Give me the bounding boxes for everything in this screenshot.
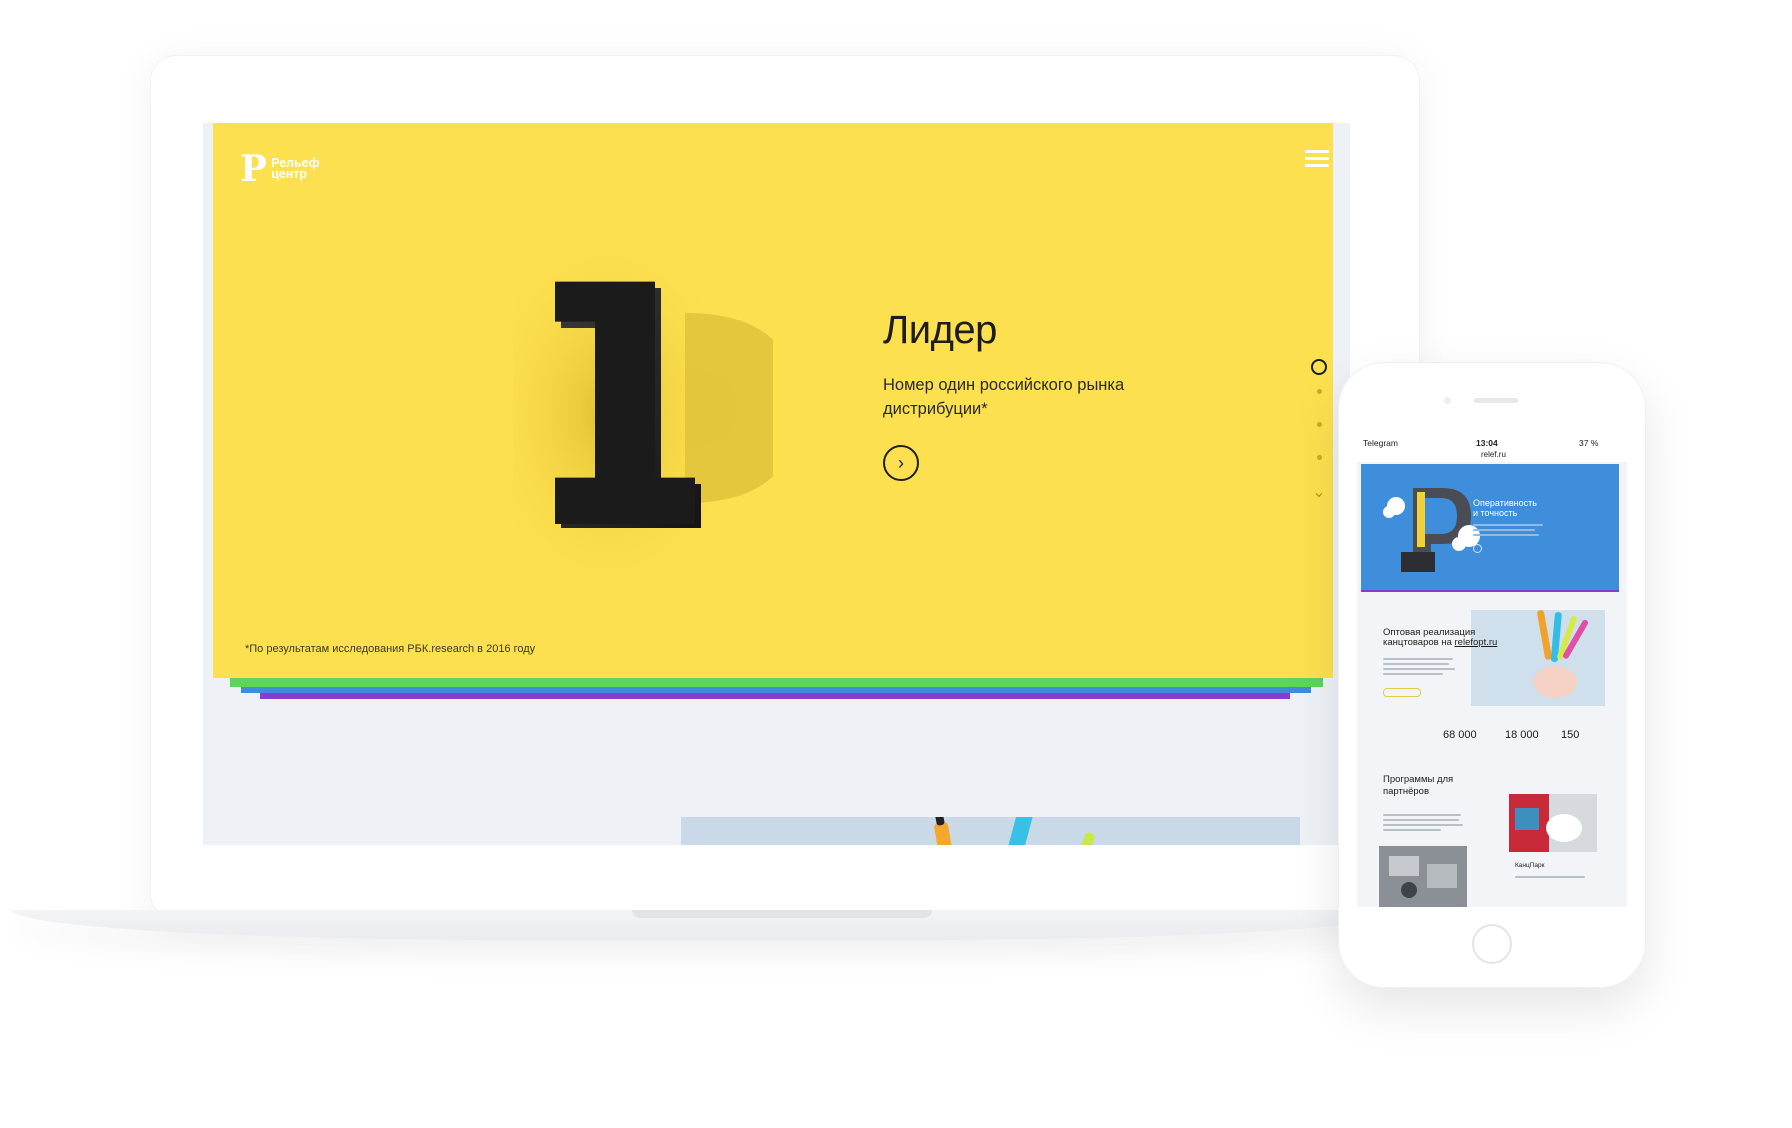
laptop-screen: P Рельеф центр Лидер Номер один российск… <box>203 123 1350 845</box>
phone-hero-text <box>1473 524 1543 526</box>
logo-line2: центр <box>271 167 308 181</box>
phone-home-button[interactable] <box>1472 924 1512 964</box>
partners-title-line2: партнёров <box>1383 786 1429 797</box>
status-time: 13:04 <box>1476 438 1498 448</box>
partners-title-line1: Программы для <box>1383 774 1454 785</box>
slide-pager: ⌄ <box>1309 359 1329 501</box>
phone-speaker <box>1474 398 1518 403</box>
phone-hero-arrow-icon[interactable] <box>1473 544 1482 553</box>
pager-dot[interactable] <box>1316 455 1322 460</box>
phone-status-bar: Telegram 13:04 37 % relef.ru <box>1357 432 1627 462</box>
phone-hero-title-line2: и точность <box>1473 508 1518 518</box>
status-url: relef.ru <box>1481 450 1506 459</box>
wholesale-text <box>1383 663 1449 665</box>
laptop-notch <box>632 910 932 918</box>
phone-hero-text <box>1473 534 1539 536</box>
wholesale-title-line2: канцтоваров на <box>1383 637 1452 648</box>
logo-mark: P <box>240 148 268 190</box>
partners-title: Программы для партнёров <box>1383 774 1453 798</box>
status-battery: 37 % <box>1579 438 1599 448</box>
office-photo-illustration <box>1379 846 1467 907</box>
stat-1: 68 000 <box>1443 729 1477 741</box>
phone-hero-text <box>1473 529 1535 531</box>
hero-slide: P Рельеф центр Лидер Номер один российск… <box>213 123 1333 678</box>
wholesale-text <box>1383 658 1453 660</box>
stripe-green <box>230 678 1323 687</box>
partners-caption-text <box>1515 876 1585 878</box>
phone-hero-title: Оперативность и точность <box>1473 498 1537 518</box>
arrow-right-circle-icon[interactable]: › <box>883 445 919 481</box>
partners-photo <box>1509 794 1597 852</box>
stat-2: 18 000 <box>1505 729 1539 741</box>
partners-caption: КанцПарк <box>1515 862 1545 869</box>
partners-text <box>1383 824 1463 826</box>
site-logo[interactable]: P Рельеф центр <box>240 151 320 187</box>
pager-dot[interactable] <box>1316 422 1322 427</box>
pens-hand-illustration <box>1533 610 1588 698</box>
next-section-preview <box>681 817 1300 845</box>
hero-subtitle: Номер один российского рынка дистрибуции… <box>883 376 1125 418</box>
partners-text <box>1383 814 1461 816</box>
logo-text: Рельеф центр <box>271 157 320 181</box>
phone-hero-illustration <box>1383 488 1480 572</box>
partners-text <box>1383 829 1441 831</box>
wholesale-link[interactable]: relefopt.ru <box>1455 637 1498 648</box>
phone-stripe <box>1361 590 1619 592</box>
office-photo <box>1379 846 1467 907</box>
wholesale-button[interactable] <box>1383 688 1421 697</box>
wholesale-text <box>1383 668 1455 670</box>
phone-screen: Telegram 13:04 37 % relef.ru Оперативнос… <box>1357 432 1627 907</box>
hero-footnote: *По результатам исследования РБК.researc… <box>245 643 536 655</box>
pager-dot-active[interactable] <box>1311 359 1327 375</box>
phone-hero-title-line1: Оперативность <box>1473 498 1537 508</box>
phone-pens-image <box>1471 610 1605 706</box>
status-app: Telegram <box>1363 438 1398 448</box>
stat-3: 150 <box>1561 729 1580 741</box>
partners-text <box>1383 819 1459 821</box>
phone-hero: Оперативность и точность <box>1361 464 1619 590</box>
wholesale-title: Оптовая реализация канцтоваров на relefo… <box>1383 628 1497 648</box>
menu-icon[interactable] <box>1305 150 1329 168</box>
pager-dot[interactable] <box>1316 389 1322 394</box>
phone-camera <box>1444 397 1451 404</box>
chevron-down-icon[interactable]: ⌄ <box>1309 485 1329 501</box>
partners-photo-illustration <box>1509 794 1597 852</box>
hero-number-one-illustration <box>513 213 773 593</box>
pens-illustration <box>934 817 1095 845</box>
hero-title: Лидер <box>883 308 997 352</box>
wholesale-text <box>1383 673 1443 675</box>
